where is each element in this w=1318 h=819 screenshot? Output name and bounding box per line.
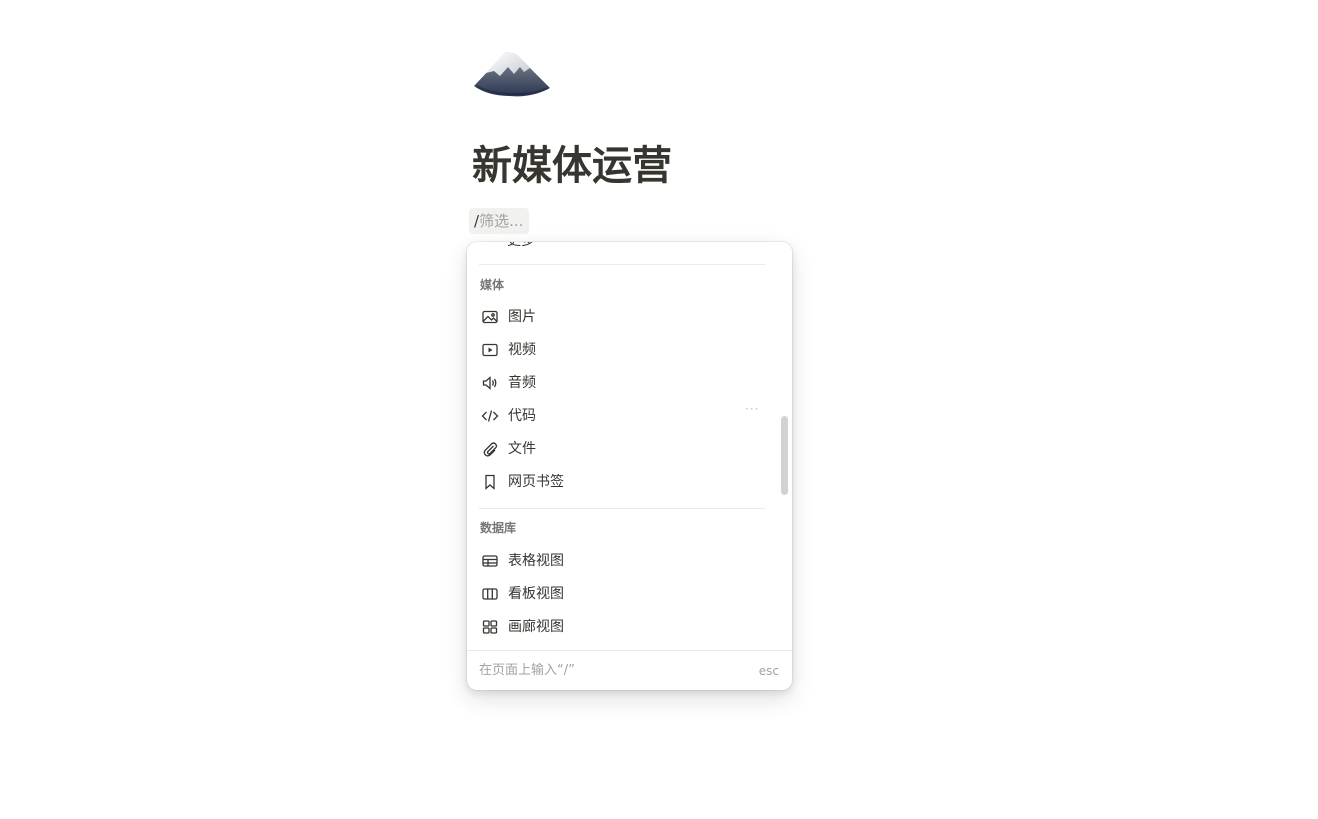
- video-icon: [480, 340, 500, 360]
- menu-item-bookmark[interactable]: 网页书签: [473, 468, 769, 496]
- snow-capped-mountain-icon[interactable]: [472, 46, 552, 102]
- menu-item-file[interactable]: 文件: [473, 435, 769, 463]
- menu-item-board-view[interactable]: 看板视图: [473, 580, 769, 608]
- menu-item-gallery-view[interactable]: 画廊视图: [473, 613, 769, 641]
- menu-item-label: 文件: [508, 441, 536, 457]
- menu-item-label: 网页书签: [508, 474, 564, 490]
- menu-item-label: 表格视图: [508, 553, 564, 569]
- menu-footer: 在页面上输入“/” esc: [467, 650, 792, 690]
- more-options-indicator[interactable]: ···: [745, 403, 759, 415]
- menu-item-code[interactable]: 代码: [473, 402, 769, 430]
- section-label-media: 媒体: [480, 278, 505, 292]
- page-title[interactable]: 新媒体运营: [472, 140, 672, 192]
- menu-item-table-view[interactable]: 表格视图: [473, 547, 769, 575]
- board-icon: [480, 584, 500, 604]
- menu-item-label: 看板视图: [508, 586, 564, 602]
- bookmark-icon: [480, 472, 500, 492]
- filter-placeholder: 筛选...: [479, 212, 524, 230]
- menu-item-label: 图片: [508, 309, 536, 325]
- menu-item-clipped[interactable]: 更多: [507, 242, 535, 250]
- paperclip-icon: [480, 439, 500, 459]
- menu-item-audio[interactable]: 音频: [473, 369, 769, 397]
- image-icon: [480, 307, 500, 327]
- notion-page: 新媒体运营 /筛选... 更多 媒体 图片: [0, 0, 1318, 819]
- menu-scroll-area[interactable]: 更多 媒体 图片: [467, 242, 792, 650]
- menu-item-label: 音频: [508, 375, 536, 391]
- esc-key-hint[interactable]: esc: [759, 662, 779, 680]
- audio-icon: [480, 373, 500, 393]
- table-icon: [480, 551, 500, 571]
- menu-scrollbar[interactable]: [781, 416, 788, 495]
- menu-item-image[interactable]: 图片: [473, 303, 769, 331]
- gallery-icon: [480, 617, 500, 637]
- menu-divider: [479, 508, 765, 509]
- slash-command-input[interactable]: /筛选...: [469, 208, 530, 234]
- menu-item-video[interactable]: 视频: [473, 336, 769, 364]
- menu-divider: [479, 264, 765, 265]
- menu-item-label: 视频: [508, 342, 536, 358]
- footer-hint: 在页面上输入“/”: [479, 663, 575, 678]
- code-icon: [480, 406, 500, 426]
- menu-item-label: 代码: [508, 408, 536, 424]
- section-label-database: 数据库: [480, 521, 517, 535]
- slash-command-menu: 更多 媒体 图片: [467, 242, 792, 690]
- menu-item-label: 画廊视图: [508, 619, 564, 635]
